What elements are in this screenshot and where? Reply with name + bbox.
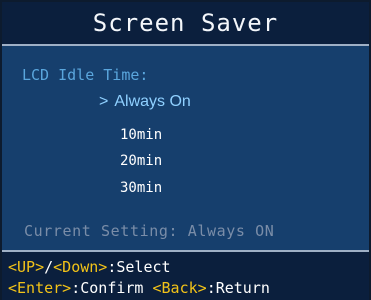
option-30min[interactable]: 30min bbox=[120, 181, 162, 195]
option-10min[interactable]: 10min bbox=[120, 128, 162, 142]
option-label: 30min bbox=[120, 180, 163, 196]
back-key-hint: <Back> bbox=[152, 279, 207, 297]
footer-line-confirm: <Enter>:Confirm <Back>:Return bbox=[8, 279, 270, 297]
current-setting-text: Current Setting: Always ON bbox=[24, 222, 275, 240]
enter-key-hint: <Enter> bbox=[8, 279, 72, 297]
option-label: 10min bbox=[120, 127, 163, 143]
selection-arrow-icon: > bbox=[99, 93, 109, 110]
select-action-text: :Select bbox=[107, 258, 171, 276]
screen-saver-panel: Screen Saver LCD Idle Time: > Always On 1… bbox=[0, 0, 371, 300]
option-20min[interactable]: 20min bbox=[120, 154, 162, 168]
key-help-footer: <UP>/<Down>:Select <Enter>:Confirm <Back… bbox=[2, 254, 369, 300]
slash-text: / bbox=[44, 258, 54, 276]
confirm-action-text: :Confirm bbox=[71, 279, 153, 297]
title-bar: Screen Saver bbox=[2, 2, 369, 46]
down-key-hint: <Down> bbox=[53, 258, 108, 276]
option-label: Always On bbox=[114, 93, 191, 110]
settings-content: LCD Idle Time: > Always On 10min 20min 30… bbox=[2, 46, 369, 252]
idle-time-label: LCD Idle Time: bbox=[22, 66, 149, 84]
footer-line-select: <UP>/<Down>:Select bbox=[8, 258, 171, 276]
option-label: 20min bbox=[120, 153, 163, 169]
page-title: Screen Saver bbox=[92, 9, 279, 37]
up-key-hint: <UP> bbox=[8, 258, 45, 276]
option-always-on[interactable]: > Always On bbox=[99, 94, 191, 110]
return-action-text: :Return bbox=[206, 279, 270, 297]
